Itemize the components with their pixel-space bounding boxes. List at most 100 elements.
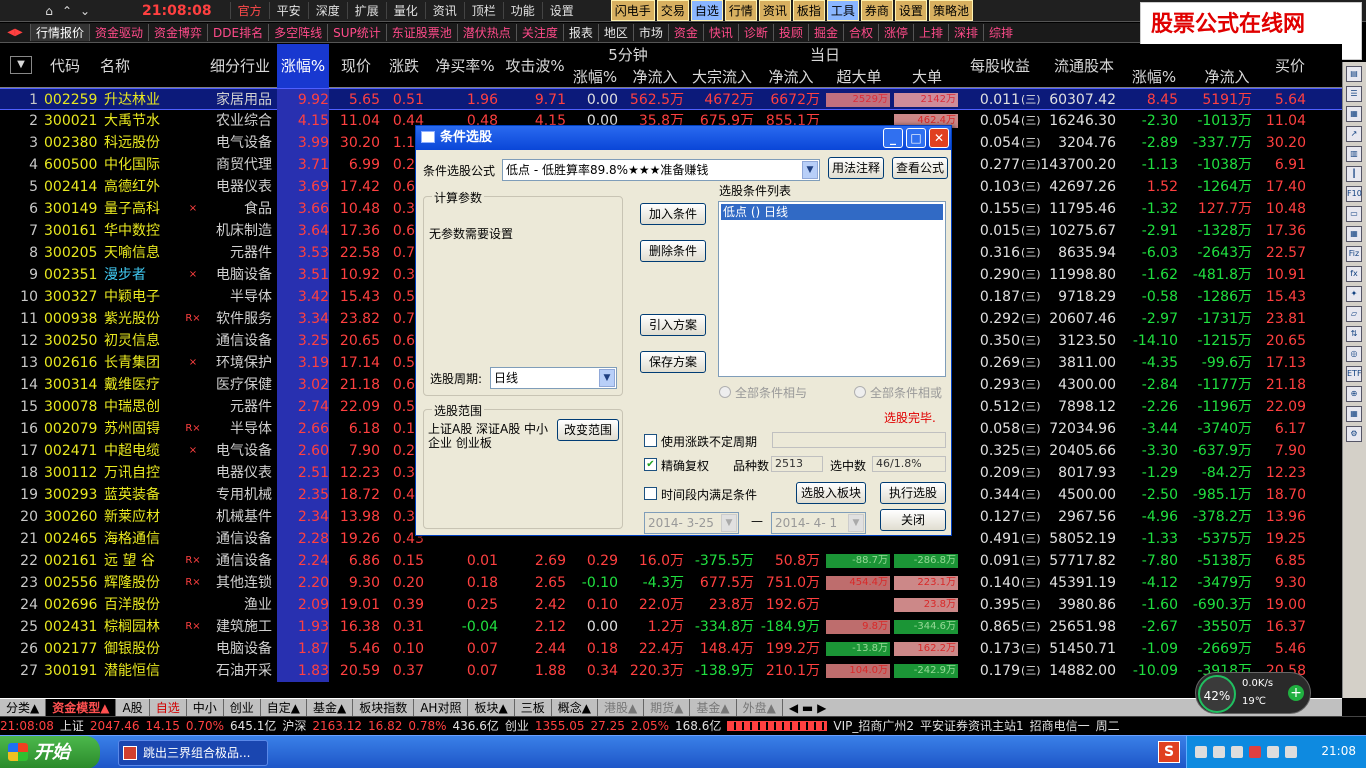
table-row[interactable]: 27 300191 潜能恒信 石油开采 1.83 20.59 0.37 0.07 1.88 0.3…	[0, 660, 1342, 682]
toolbar-fx-icon[interactable]: fx	[1346, 266, 1362, 282]
tab-market[interactable]: 市场	[632, 24, 668, 41]
tab-attention[interactable]: 关注度	[515, 24, 563, 41]
col-eps[interactable]: 每股收益	[962, 44, 1038, 88]
col-block[interactable]: 大宗流入	[688, 66, 756, 88]
btab-watchlist[interactable]: 自选	[150, 699, 187, 716]
menu-quant[interactable]: 量化	[385, 2, 425, 19]
col-5min-pct[interactable]: 涨幅%	[570, 66, 620, 88]
btab-scroll-arrows[interactable]: ◀ ▬ ▶	[783, 701, 832, 715]
tool-quotes[interactable]: 行情	[724, 0, 757, 21]
tab-capital-drive[interactable]: 资金驱动	[89, 24, 148, 41]
tray-shield-icon[interactable]	[1231, 746, 1243, 758]
btab-custom[interactable]: 自定▲	[261, 699, 307, 716]
home-icon[interactable]: ⌂	[40, 4, 58, 18]
col-price[interactable]: 现价	[332, 44, 380, 88]
close-button[interactable]: 关闭	[880, 509, 946, 531]
chevron-down-icon[interactable]: ▼	[848, 514, 864, 532]
toolbar-doc-icon[interactable]: ▭	[1346, 206, 1362, 222]
menu-official[interactable]: 官方	[229, 2, 269, 19]
btab-ah[interactable]: AH对照	[414, 699, 469, 716]
toolbar-kline-icon[interactable]: ▥	[1346, 146, 1362, 162]
date-to-select[interactable]: 2014- 4- 1 ▼	[771, 512, 866, 534]
period-select[interactable]: 日线 ▼	[490, 367, 617, 389]
col-pct[interactable]: 涨幅%	[277, 44, 329, 88]
condition-list[interactable]: 低点 () 日线	[718, 201, 946, 377]
menu-info[interactable]: 资讯	[424, 2, 464, 19]
change-range-button[interactable]: 改变范围	[557, 419, 619, 441]
plus-icon[interactable]: +	[1288, 685, 1304, 701]
save-plan-button[interactable]: 保存方案	[640, 351, 706, 373]
btab-block-index[interactable]: 板块指数	[353, 699, 415, 716]
tab-limit-up[interactable]: 涨停	[877, 24, 913, 41]
table-row[interactable]: 23 002556 辉隆股份 R× 其他连锁 2.20 9.30 0.20 0.18 2.65 -0…	[0, 572, 1342, 594]
tab-funds[interactable]: 资金	[667, 24, 703, 41]
menu-settings[interactable]: 设置	[541, 2, 581, 19]
tab-flash[interactable]: 快讯	[702, 24, 738, 41]
toolbar-table-icon[interactable]: ▦	[1346, 106, 1362, 122]
taskbar-window-item[interactable]: 跳出三界组合极品...	[118, 740, 268, 766]
tool-news[interactable]: 资讯	[758, 0, 791, 21]
btab-third-board[interactable]: 三板	[515, 699, 552, 716]
formula-select[interactable]: 低点 - 低胜算率89.8%★★★准备赚钱 ▼	[502, 159, 820, 181]
toolbar-chart-icon[interactable]: ▤	[1346, 66, 1362, 82]
start-button[interactable]: 开始	[0, 736, 100, 768]
tab-dig[interactable]: 掘金	[807, 24, 843, 41]
maximize-button[interactable]: □	[906, 128, 926, 148]
tray-network-icon[interactable]	[1195, 746, 1207, 758]
precise-checkbox[interactable]: ✔	[644, 458, 657, 471]
btab-a-share[interactable]: A股	[116, 699, 150, 716]
chevron-down-icon[interactable]: ▼	[721, 514, 737, 532]
btab-fund[interactable]: 基金▲	[307, 699, 354, 716]
add-condition-button[interactable]: 加入条件	[640, 203, 706, 225]
condition-list-item[interactable]: 低点 () 日线	[721, 204, 943, 220]
table-row[interactable]: 26 002177 御银股份 电脑设备 1.87 5.46 0.10 0.07 2.44 0.18…	[0, 638, 1342, 660]
tab-dz-pool[interactable]: 东证股票池	[385, 24, 457, 41]
tray-safety-icon[interactable]	[1285, 746, 1297, 758]
tool-settings[interactable]: 设置	[894, 0, 927, 21]
toolbar-gear-icon[interactable]: ⚙	[1346, 426, 1362, 442]
toolbar-candle-icon[interactable]: ┃	[1346, 166, 1362, 182]
btab-futures[interactable]: 期货▲	[644, 699, 691, 716]
tool-strategy-pool[interactable]: 策略池	[928, 0, 973, 21]
col-industry[interactable]: 细分行业	[205, 44, 275, 88]
toolbar-radar-icon[interactable]: ◎	[1346, 346, 1362, 362]
col-5min-flow[interactable]: 净流入	[624, 66, 686, 88]
menu-extend[interactable]: 扩展	[346, 2, 386, 19]
menu-function[interactable]: 功能	[502, 2, 542, 19]
dialog-titlebar[interactable]: 条件选股 _ □ ✕	[416, 126, 951, 150]
col-big[interactable]: 大单	[894, 66, 960, 88]
menu-depth[interactable]: 深度	[307, 2, 347, 19]
toolbar-sort-icon[interactable]: ⇅	[1346, 326, 1362, 342]
btab-fund2[interactable]: 基金▲	[690, 699, 737, 716]
tool-tools[interactable]: 工具	[826, 0, 859, 21]
col-buy[interactable]: 买价	[1268, 44, 1312, 88]
toolbar-folder-icon[interactable]: ▱	[1346, 306, 1362, 322]
time-cond-checkbox[interactable]	[644, 487, 657, 500]
tool-index[interactable]: 板指	[792, 0, 825, 21]
tab-advisor[interactable]: 投顾	[772, 24, 808, 41]
all-or-radio[interactable]	[854, 386, 866, 398]
toolbar-f10-icon[interactable]: F10	[1346, 186, 1362, 202]
tool-trade[interactable]: 交易	[656, 0, 689, 21]
delete-condition-button[interactable]: 删除条件	[640, 240, 706, 262]
tool-watchlist[interactable]: 自选	[690, 0, 723, 21]
chevron-down-icon[interactable]: ▼	[599, 369, 615, 387]
btab-hk[interactable]: 港股▲	[598, 699, 645, 716]
run-screen-button[interactable]: 执行选股	[880, 482, 946, 504]
btab-gem[interactable]: 创业	[224, 699, 261, 716]
tab-bull-bear[interactable]: 多空阵线	[268, 24, 327, 41]
tray-app-icon[interactable]	[1249, 746, 1261, 758]
tool-broker[interactable]: 券商	[860, 0, 893, 21]
col-pct2[interactable]: 涨幅%	[1128, 66, 1180, 88]
btab-sme[interactable]: 中小	[187, 699, 224, 716]
btab-capital-model[interactable]: 资金模型▲	[46, 699, 117, 716]
chevron-down-icon[interactable]: ▼	[802, 161, 818, 179]
tab-hotspot[interactable]: 潜伏热点	[456, 24, 516, 41]
tray-input-icon[interactable]	[1267, 746, 1279, 758]
table-row[interactable]: 24 002696 百洋股份 渔业 2.09 19.01 0.39 0.25 2.42 0.10 2…	[0, 594, 1342, 616]
col-name[interactable]: 名称	[100, 44, 180, 88]
menu-pingan[interactable]: 平安	[268, 2, 308, 19]
import-plan-button[interactable]: 引入方案	[640, 314, 706, 336]
all-and-radio[interactable]	[719, 386, 731, 398]
btab-concept[interactable]: 概念▲	[552, 699, 598, 716]
